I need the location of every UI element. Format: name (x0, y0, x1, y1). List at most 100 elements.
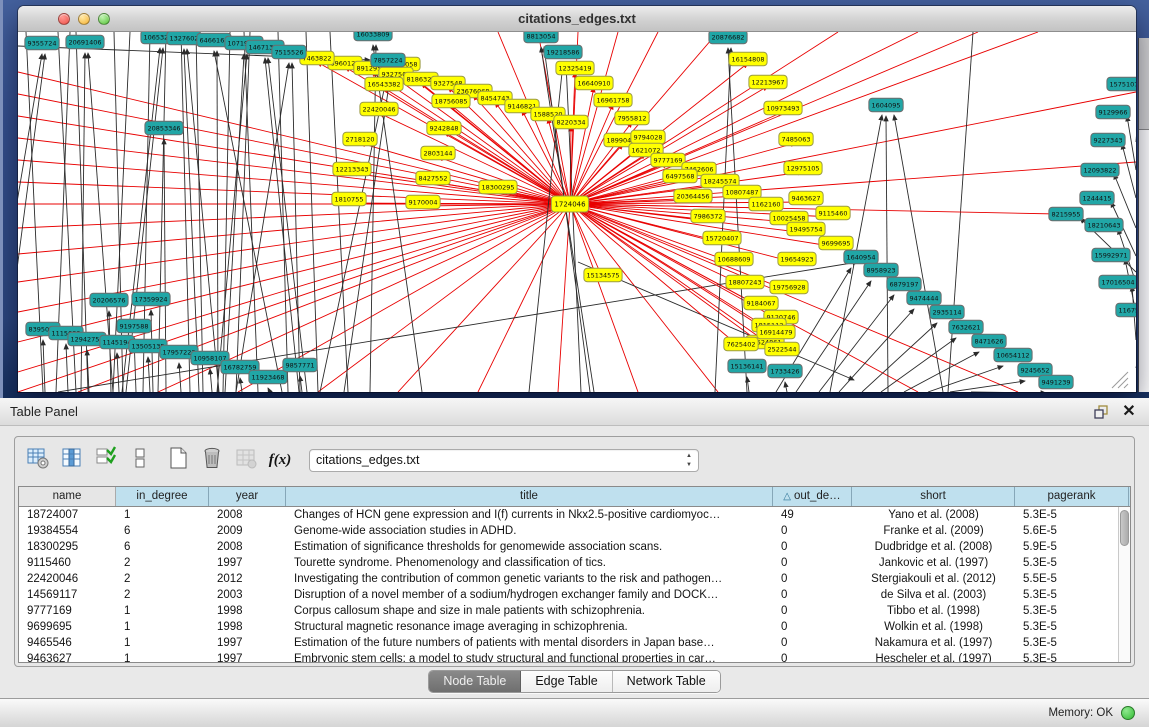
network-window-titlebar[interactable]: citations_edges.txt (18, 6, 1136, 32)
table-row[interactable]: 946554611997Estimation of the future num… (19, 635, 1130, 651)
svg-text:18210643: 18210643 (1087, 221, 1120, 229)
table-scrollbar-thumb[interactable] (1120, 510, 1129, 546)
network-canvas[interactable]: 8960123891295518226058932750316543382818… (18, 32, 1136, 392)
svg-text:15720407: 15720407 (705, 234, 738, 242)
svg-text:20364456: 20364456 (676, 192, 709, 200)
new-column-button[interactable] (163, 445, 193, 475)
cell-out_de: 0 (773, 523, 852, 539)
sort-ascending-icon: △ (783, 491, 791, 502)
cell-in_degree: 2 (116, 571, 209, 587)
cell-year: 2003 (209, 587, 286, 603)
cell-short: Nakamura et al. (1997) (852, 635, 1015, 651)
cell-in_degree: 6 (116, 539, 209, 555)
table-tabs: Node TableEdge TableNetwork Table (0, 670, 1149, 693)
svg-text:1640954: 1640954 (847, 253, 876, 261)
svg-text:12213967: 12213967 (751, 78, 784, 86)
cell-pagerank: 5.3E-5 (1015, 555, 1129, 571)
table-row[interactable]: 1872400712008Changes of HCN gene express… (19, 507, 1130, 523)
dropdown-stepper-icon: ▲▼ (686, 452, 692, 470)
resize-grip-icon[interactable] (1118, 378, 1128, 388)
table-select-dropdown[interactable]: citations_edges.txt ▲▼ (309, 449, 699, 472)
table-mode-button[interactable] (23, 445, 53, 475)
svg-text:9245652: 9245652 (1021, 366, 1050, 374)
svg-text:9463627: 9463627 (792, 194, 821, 202)
function-builder-button[interactable]: f(x) (265, 445, 295, 475)
svg-text:7485063: 7485063 (782, 135, 811, 143)
memory-ok-led-icon[interactable] (1121, 706, 1135, 720)
column-header-short[interactable]: short (852, 487, 1015, 506)
table-row[interactable]: 2242004622012Investigating the contribut… (19, 571, 1130, 587)
attribute-browser: f(x) citations_edges.txt ▲▼ namein_degre… (14, 436, 1135, 667)
show-columns-button[interactable] (57, 445, 87, 475)
cell-out_de: 0 (773, 539, 852, 555)
cell-in_degree: 1 (116, 619, 209, 635)
svg-text:10654112: 10654112 (996, 351, 1029, 359)
close-icon[interactable]: ✕ (1119, 402, 1139, 422)
column-header-pagerank[interactable]: pagerank (1015, 487, 1129, 506)
svg-text:20853346: 20853346 (147, 124, 180, 132)
cell-short: Tibbo et al. (1998) (852, 603, 1015, 619)
delete-column-button[interactable] (197, 445, 227, 475)
table-body: 1872400712008Changes of HCN gene express… (19, 507, 1130, 663)
column-checks-button[interactable] (91, 445, 121, 475)
merge-rows-icon (128, 446, 152, 475)
cell-out_de: 49 (773, 507, 852, 523)
table-row[interactable]: 977716911998Corpus callosum shape and si… (19, 603, 1130, 619)
table-panel: Table Panel ✕ f(x) citations_edges.txt ▲… (0, 398, 1149, 727)
cell-short: Stergiakouli et al. (2012) (852, 571, 1015, 587)
svg-text:9474444: 9474444 (910, 294, 939, 302)
cell-in_degree: 2 (116, 555, 209, 571)
network-window-title: citations_edges.txt (18, 11, 1136, 26)
tab-edge-table[interactable]: Edge Table (521, 671, 612, 692)
cell-out_de: 0 (773, 651, 852, 663)
cell-year: 1997 (209, 651, 286, 663)
table-row[interactable]: 946362711997Embryonic stem cells: a mode… (19, 651, 1130, 663)
cell-title: Embryonic stem cells: a model to study s… (286, 651, 773, 663)
svg-text:1162160: 1162160 (752, 200, 781, 208)
svg-text:1604095: 1604095 (872, 101, 901, 109)
table-row[interactable]: 911546021997Tourette syndrome. Phenomeno… (19, 555, 1130, 571)
table-row[interactable]: 1456911722003Disruption of a novel membe… (19, 587, 1130, 603)
tab-node-table[interactable]: Node Table (429, 671, 521, 692)
column-header-in_degree[interactable]: in_degree (116, 487, 209, 506)
svg-text:6466160: 6466160 (200, 36, 229, 44)
cell-year: 2012 (209, 571, 286, 587)
import-table-button[interactable] (231, 445, 261, 475)
delete-column-icon (200, 446, 224, 475)
table-row[interactable]: 969969511998Structural magnetic resonanc… (19, 619, 1130, 635)
svg-text:18300295: 18300295 (481, 183, 514, 191)
svg-text:18807243: 18807243 (728, 278, 761, 286)
cell-title: Estimation of the future numbers of pati… (286, 635, 773, 651)
table-row[interactable]: 1830029562008Estimation of significance … (19, 539, 1130, 555)
column-header-out_de[interactable]: △out_de… (773, 487, 852, 506)
cell-short: Hescheler et al. (1997) (852, 651, 1015, 663)
background-window-edge[interactable] (1138, 38, 1149, 392)
float-panel-icon[interactable] (1091, 402, 1111, 422)
svg-text:17359924: 17359924 (134, 295, 167, 303)
cell-out_de: 0 (773, 587, 852, 603)
network-view-window[interactable]: citations_edges.txt 89601238912955182260… (18, 6, 1136, 392)
column-header-name[interactable]: name (19, 487, 116, 506)
svg-text:22420046: 22420046 (362, 105, 395, 113)
svg-text:7986372: 7986372 (694, 212, 723, 220)
svg-text:8958923: 8958923 (867, 266, 896, 274)
svg-text:9129966: 9129966 (1099, 108, 1128, 116)
column-header-title[interactable]: title (286, 487, 773, 506)
cell-year: 1998 (209, 619, 286, 635)
cell-pagerank: 5.3E-5 (1015, 619, 1129, 635)
resize-grip-icon[interactable] (1124, 384, 1128, 388)
cytoscape-desktop: citations_edges.txt 89601238912955182260… (0, 0, 1149, 398)
table-scrollbar[interactable] (1118, 507, 1130, 662)
cell-pagerank: 5.3E-5 (1015, 587, 1129, 603)
tab-network-table[interactable]: Network Table (613, 671, 720, 692)
svg-text:20206576: 20206576 (92, 296, 125, 304)
cell-in_degree: 2 (116, 587, 209, 603)
cell-name: 9777169 (19, 603, 116, 619)
column-header-year[interactable]: year (209, 487, 286, 506)
svg-text:1733426: 1733426 (771, 367, 800, 375)
svg-text:10973493: 10973493 (766, 104, 799, 112)
merge-rows-button[interactable] (125, 445, 155, 475)
cell-in_degree: 1 (116, 635, 209, 651)
svg-text:9857771: 9857771 (286, 361, 315, 369)
table-row[interactable]: 1938455462009Genome-wide association stu… (19, 523, 1130, 539)
